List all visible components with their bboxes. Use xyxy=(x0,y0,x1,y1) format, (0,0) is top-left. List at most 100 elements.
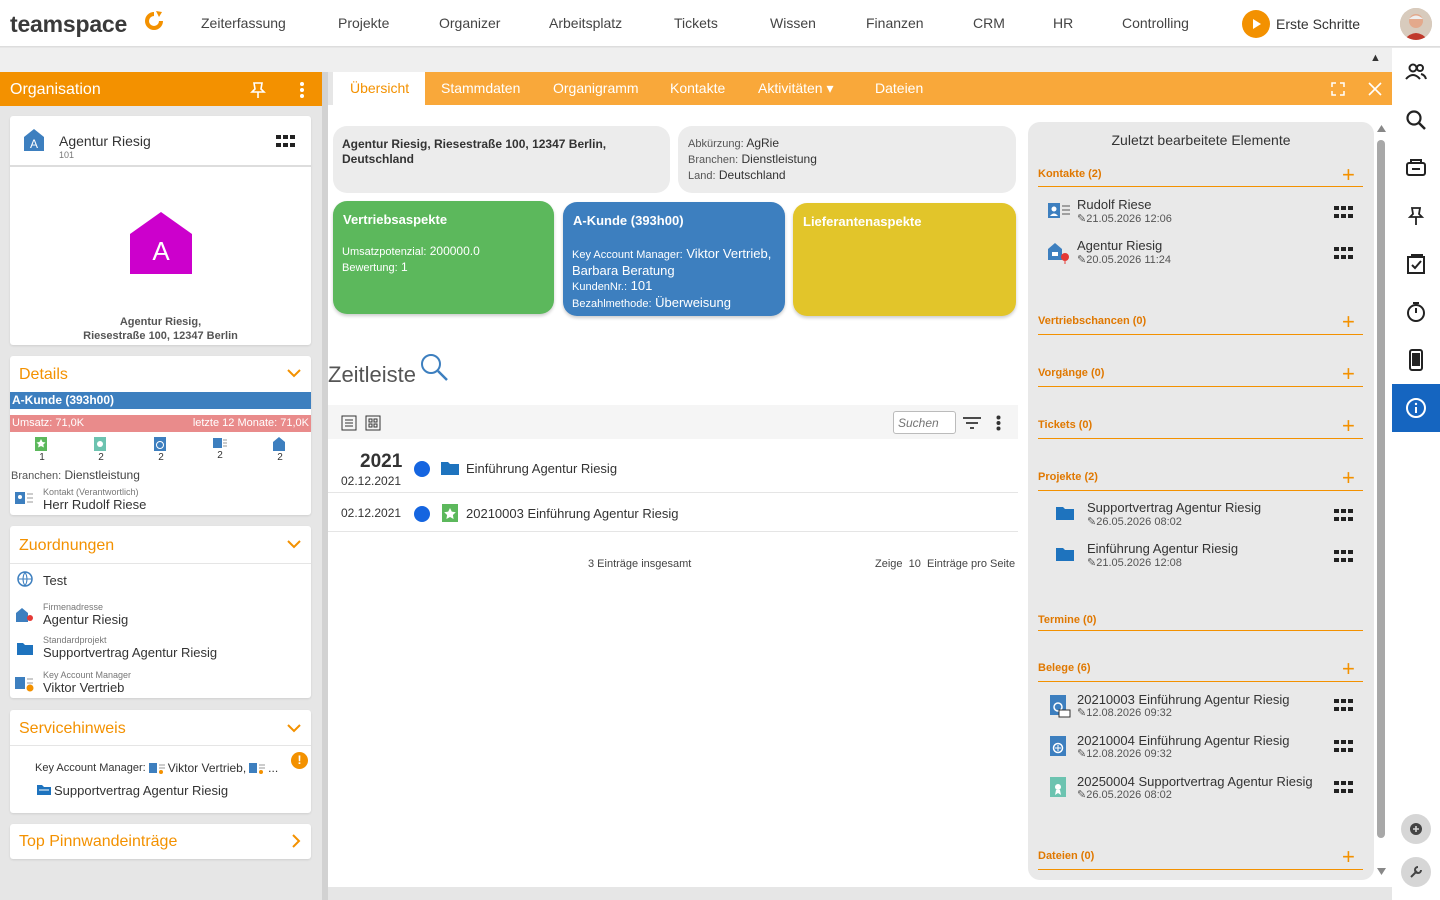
wrench-icon[interactable] xyxy=(1401,857,1431,887)
nav-tickets[interactable]: Tickets xyxy=(674,15,718,31)
nav-wissen[interactable]: Wissen xyxy=(770,15,816,31)
service-kam-value[interactable]: Viktor Vertrieb, xyxy=(168,761,246,775)
chevron-right-icon[interactable] xyxy=(291,834,301,848)
scroll-up-icon[interactable] xyxy=(1377,125,1386,132)
chevron-down-icon[interactable] xyxy=(287,539,301,549)
service-projekt[interactable]: Supportvertrag Agentur Riesig xyxy=(54,783,228,798)
recent-panel: Zuletzt bearbeitete Elemente Kontakte (2… xyxy=(1028,122,1374,880)
lieferantenaspekte-card[interactable]: Lieferantenaspekte xyxy=(793,203,1016,316)
tab-stammdaten[interactable]: Stammdaten xyxy=(441,80,520,96)
recent-item-name[interactable]: Einführung Agentur Riesig xyxy=(1087,541,1238,556)
more-vert-icon[interactable] xyxy=(299,81,305,99)
item-menu-icon[interactable] xyxy=(1334,699,1353,713)
tickets-section-label: Tickets (0) xyxy=(1038,419,1093,431)
recent-item-name[interactable]: 20210003 Einführung Agentur Riesig xyxy=(1077,692,1290,707)
timeline-search-input[interactable] xyxy=(893,411,956,434)
nav-projekte[interactable]: Projekte xyxy=(338,15,389,31)
pinnwand-card[interactable]: Top Pinnwandeinträge xyxy=(10,824,311,859)
more-vert-icon[interactable] xyxy=(996,415,1001,431)
item-menu-icon[interactable] xyxy=(1334,247,1353,261)
recent-item-name[interactable]: Agentur Riesig xyxy=(1077,238,1162,253)
count-item[interactable]: 1 xyxy=(34,436,50,463)
timeline-entry-text[interactable]: 20210003 Einführung Agentur Riesig xyxy=(466,506,679,521)
item-menu-icon[interactable] xyxy=(1334,781,1353,795)
grid-view-icon[interactable] xyxy=(365,415,381,431)
vertriebsaspekte-card[interactable]: Vertriebsaspekte Umsatzpotenzial: 200000… xyxy=(333,201,554,314)
nav-crm[interactable]: CRM xyxy=(973,15,1005,31)
test-label[interactable]: Test xyxy=(43,573,67,588)
recent-title: Zuletzt bearbeitete Elemente xyxy=(1111,132,1291,148)
add-datei-button[interactable]: + xyxy=(1342,846,1355,868)
kam-value[interactable]: Viktor Vertrieb xyxy=(43,680,124,695)
add-ticket-button[interactable]: + xyxy=(1342,415,1355,437)
close-icon[interactable] xyxy=(1368,82,1382,96)
firma-value[interactable]: Agentur Riesig xyxy=(43,612,128,627)
recent-item-name[interactable]: Supportvertrag Agentur Riesig xyxy=(1087,500,1261,515)
count-item[interactable]: 2 xyxy=(272,436,288,463)
user-avatar[interactable] xyxy=(1400,8,1432,40)
item-menu-icon[interactable] xyxy=(1334,509,1353,523)
add-beleg-button[interactable]: + xyxy=(1342,658,1355,680)
recent-item-name[interactable]: 20210004 Einführung Agentur Riesig xyxy=(1077,733,1290,748)
tasks-icon[interactable] xyxy=(1392,240,1440,288)
list-view-icon[interactable] xyxy=(341,415,357,431)
search-icon[interactable] xyxy=(1392,96,1440,144)
count-item[interactable]: 2 xyxy=(153,436,169,463)
search-icon[interactable] xyxy=(419,352,449,382)
item-menu-icon[interactable] xyxy=(1334,550,1353,564)
timeline-dot xyxy=(414,506,430,522)
timer-icon[interactable] xyxy=(1392,288,1440,336)
potenzial-label: Umsatzpotenzial: xyxy=(342,246,427,258)
tab-aktivitaeten[interactable]: Aktivitäten ▾ xyxy=(758,80,834,97)
scroll-down-icon[interactable] xyxy=(1377,868,1386,875)
add-vertriebschance-button[interactable]: + xyxy=(1342,311,1355,333)
avatar-letter: A xyxy=(152,236,170,266)
scroll-thumb[interactable] xyxy=(1377,140,1385,838)
nav-zeiterfassung[interactable]: Zeiterfassung xyxy=(201,15,286,31)
tab-organigramm[interactable]: Organigramm xyxy=(553,80,639,96)
alert-icon[interactable]: ! xyxy=(291,752,308,769)
teamspace-logo[interactable]: teamspace xyxy=(10,11,127,38)
nav-arbeitsplatz[interactable]: Arbeitsplatz xyxy=(549,15,622,31)
collapse-up-icon[interactable]: ▲ xyxy=(1370,52,1381,64)
contacts-icon[interactable] xyxy=(1392,48,1440,96)
tab-uebersicht[interactable]: Übersicht xyxy=(350,80,409,96)
scrollbar[interactable] xyxy=(1376,122,1386,880)
filter-icon[interactable] xyxy=(962,416,982,430)
akunde-card[interactable]: A-Kunde (393h00) Key Account Manager: Vi… xyxy=(563,202,785,316)
inbox-icon[interactable] xyxy=(1392,144,1440,192)
kontakt-value[interactable]: Herr Rudolf Riese xyxy=(43,497,146,512)
projekt-value[interactable]: Supportvertrag Agentur Riesig xyxy=(43,645,217,660)
pin-icon[interactable] xyxy=(1392,192,1440,240)
kundennr-label: KundenNr.: xyxy=(572,281,628,293)
nav-hr[interactable]: HR xyxy=(1053,15,1073,31)
add-projekt-button[interactable]: + xyxy=(1342,467,1355,489)
page-size-value[interactable]: 10 xyxy=(909,558,921,570)
branchen-value: Dienstleistung xyxy=(741,152,817,166)
nav-finanzen[interactable]: Finanzen xyxy=(866,15,924,31)
info-icon[interactable] xyxy=(1392,384,1440,432)
tab-dateien[interactable]: Dateien xyxy=(875,80,923,96)
add-circle-icon[interactable] xyxy=(1401,814,1431,844)
address-house-icon xyxy=(15,606,35,624)
section-divider xyxy=(1038,681,1363,682)
timeline-entry-text[interactable]: Einführung Agentur Riesig xyxy=(466,461,617,476)
add-vorgang-button[interactable]: + xyxy=(1342,363,1355,385)
grid-menu-icon[interactable] xyxy=(276,135,298,149)
item-menu-icon[interactable] xyxy=(1334,206,1353,220)
chevron-down-icon[interactable] xyxy=(287,723,301,733)
mobile-icon[interactable] xyxy=(1392,336,1440,384)
item-menu-icon[interactable] xyxy=(1334,740,1353,754)
recent-item-name[interactable]: 20250004 Supportvertrag Agentur Riesig xyxy=(1077,774,1313,789)
erste-schritte-button[interactable]: Erste Schritte xyxy=(1242,10,1360,38)
tab-kontakte[interactable]: Kontakte xyxy=(670,80,725,96)
nav-organizer[interactable]: Organizer xyxy=(439,15,500,31)
recent-item-name[interactable]: Rudolf Riese xyxy=(1077,197,1151,212)
pin-icon[interactable] xyxy=(250,81,266,99)
chevron-down-icon[interactable] xyxy=(287,368,301,378)
fullscreen-icon[interactable] xyxy=(1331,82,1345,96)
count-item[interactable]: 2 xyxy=(93,436,109,463)
add-kontakt-button[interactable]: + xyxy=(1342,164,1355,186)
count-item[interactable]: 2 xyxy=(212,436,228,461)
nav-controlling[interactable]: Controlling xyxy=(1122,15,1189,31)
